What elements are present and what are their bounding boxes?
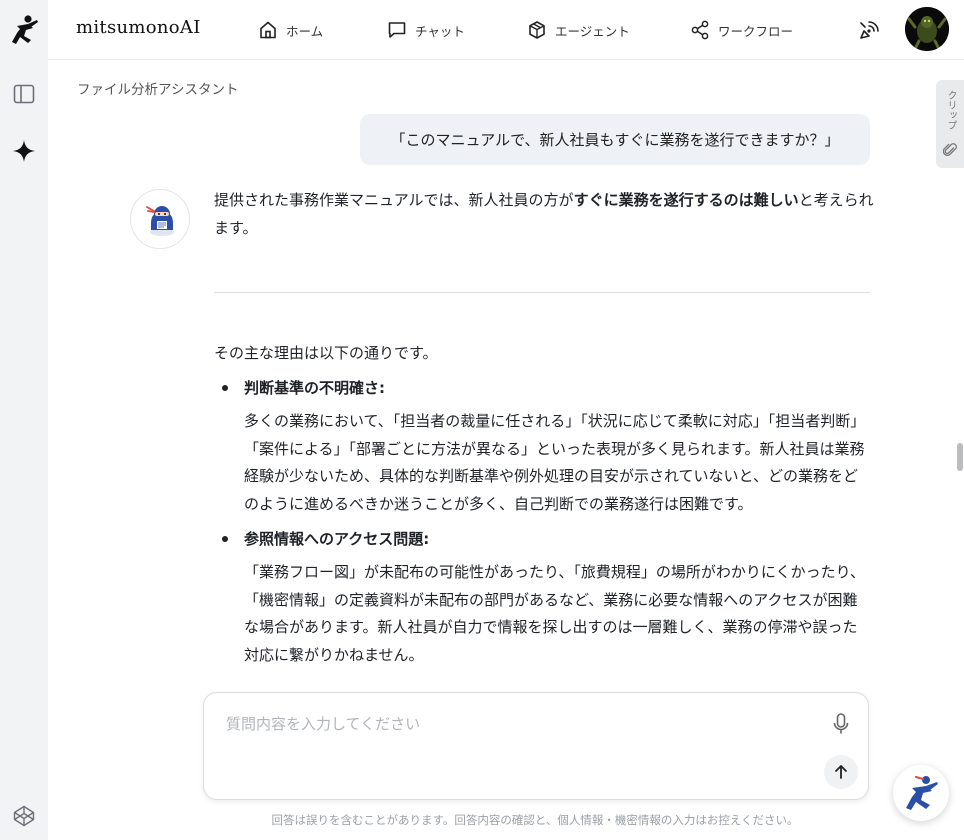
assistant-answer: 提供された事務作業マニュアルでは、新人社員の方がすぐに業務を遂行するのは難しいと…: [214, 187, 874, 242]
disclaimer-text: 回答は誤りを含むことがあります。回答内容の確認と、個人情報・機密情報の入力はお控…: [271, 813, 799, 827]
paperclip-icon: [943, 143, 957, 156]
assistant-launcher-button[interactable]: [893, 765, 949, 821]
nav-chat[interactable]: チャット: [387, 0, 465, 60]
reasons-lead: その主な理由は以下の通りです。: [214, 344, 438, 362]
list-item: 参照情報へのアクセス問題: 「業務フロー図」が未配布の可能性があったり、「旅費規…: [214, 526, 870, 669]
sidebar-panel-icon: [13, 84, 35, 104]
nav-chat-label: チャット: [415, 23, 465, 39]
microphone-icon: [833, 713, 849, 734]
answer-details: その主な理由は以下の通りです。 判断基準の不明確さ: 多くの業務において、「担当…: [214, 340, 870, 684]
sidebar-toggle-button[interactable]: [10, 80, 38, 108]
assistant-avatar: [130, 189, 190, 249]
list-item: 判断基準の不明確さ: 多くの業務において、「担当者の裁量に任される」「状況に応じ…: [214, 375, 870, 518]
reason-title: 判断基準の不明確さ:: [244, 379, 385, 397]
nav-workflow[interactable]: ワークフロー: [690, 0, 793, 60]
voice-input-button[interactable]: [831, 712, 851, 736]
ninja-mascot-icon: [906, 776, 938, 810]
send-button[interactable]: [824, 755, 858, 789]
page-title: ファイル分析アシスタント: [77, 82, 239, 98]
nav-home-label: ホーム: [286, 23, 324, 39]
share-icon: [691, 20, 709, 40]
left-rail: [0, 0, 48, 840]
ninja-assistant-icon: [146, 206, 174, 236]
nav-home[interactable]: ホーム: [258, 0, 323, 60]
user-avatar-image: [905, 7, 949, 51]
top-header: mitsumonoAI ホーム チャット エージェント ワークフロー: [48, 0, 964, 60]
new-chat-button[interactable]: [10, 137, 38, 165]
home-icon: [260, 21, 276, 39]
reason-body: 多くの業務において、「担当者の裁量に任される」「状況に応じて柔軟に対応」「担当者…: [244, 412, 866, 513]
nav-agent-label: エージェント: [555, 23, 630, 39]
user-avatar[interactable]: [905, 7, 949, 51]
answer-text-emphasis: すぐに業務を遂行するのは難しい: [573, 191, 799, 209]
chat-input-box: [203, 692, 869, 800]
user-message-text: 「このマニュアルで、新人社員もすぐに業務を遂行できますか？」: [390, 131, 840, 149]
broadcast-icon: [860, 21, 879, 39]
nav-workflow-label: ワークフロー: [718, 23, 794, 39]
broadcast-button[interactable]: [856, 18, 882, 44]
question-input[interactable]: [226, 711, 806, 737]
reasons-list: 判断基準の不明確さ: 多くの業務において、「担当者の裁量に任される」「状況に応じ…: [214, 375, 870, 669]
reason-title: 参照情報へのアクセス問題:: [244, 530, 430, 548]
reason-body: 「業務フロー図」が未配布の可能性があったり、「旅費規程」の場所がわかりにくかった…: [244, 563, 866, 664]
arrow-up-icon: [835, 765, 847, 779]
answer-divider: [214, 292, 870, 293]
user-message-bubble: 「このマニュアルで、新人社員もすぐに業務を遂行できますか？」: [360, 114, 870, 165]
scrollbar-thumb[interactable]: [957, 443, 963, 471]
sparkle-icon: [13, 140, 35, 162]
nav-agent[interactable]: エージェント: [527, 0, 630, 60]
brand-name[interactable]: mitsumonoAI: [76, 17, 201, 38]
app-logo[interactable]: [8, 14, 40, 50]
clip-tab-label: クリップ: [945, 90, 956, 130]
clip-tab[interactable]: クリップ: [936, 80, 964, 168]
answer-text-pre: 提供された事務作業マニュアルでは、新人社員の方が: [214, 191, 574, 209]
cube-icon: [529, 21, 545, 39]
chat-icon: [388, 22, 406, 38]
